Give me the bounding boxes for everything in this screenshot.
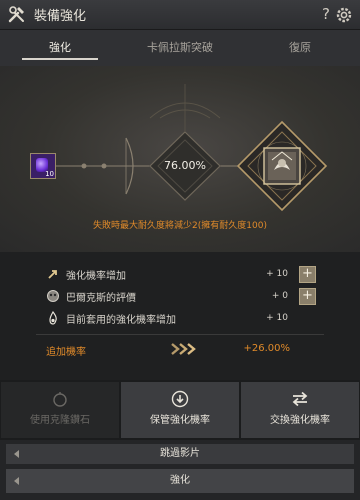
additional-rate-value: +26.00% (243, 343, 290, 354)
fail-durability-message: 失敗時最大耐久度將減少2(擁有耐久度100) (93, 221, 267, 231)
skull-icon (47, 290, 59, 302)
tab-enhance[interactable]: 強化 (0, 30, 120, 66)
window-title: 裝備強化 (34, 9, 87, 24)
enhance-label: 強化 (170, 475, 190, 486)
material-slot[interactable]: 10 (30, 153, 56, 179)
store-enhance-rate-button[interactable]: 保管強化機率 (121, 382, 239, 438)
tab-bar: 強化 卡佩拉斯突破 復原 (0, 30, 360, 66)
stat-value: + 10 (266, 269, 288, 279)
probability-panel: 強化機率增加 + 10 + 巴爾克斯的評價 + 0 + 目前套用的強化機率增加 … (0, 252, 360, 380)
stat-row-enhance-rate: 強化機率增加 + 10 + (0, 264, 360, 284)
flame-icon (49, 311, 57, 325)
enhancement-stage: 10 76.00% 失敗時最大耐久度將減少2(擁有耐久度100) (0, 66, 360, 252)
stat-row-valks: 巴爾克斯的評價 + 0 + (0, 286, 360, 306)
collapse-arrow-icon (14, 450, 19, 458)
arrow-up-icon (48, 270, 57, 279)
stat-label: 目前套用的強化機率增加 (66, 314, 176, 326)
double-chevron-icon (171, 343, 196, 355)
button-label: 使用克隆鑽石 (30, 415, 90, 426)
add-enhance-rate-button[interactable]: + (299, 265, 316, 283)
tab-restore[interactable]: 復原 (240, 30, 360, 66)
use-clone-stone-button[interactable]: 使用克隆鑽石 (1, 382, 119, 438)
hammer-wrench-icon (8, 5, 24, 22)
button-label: 保管強化機率 (150, 415, 210, 426)
title-bar: 裝備強化 ? (0, 0, 360, 30)
action-buttons: 使用克隆鑽石 保管強化機率 交換強化機率 (0, 380, 360, 440)
add-valks-button[interactable]: + (299, 287, 316, 305)
stat-value: + 10 (266, 313, 288, 323)
skip-video-button[interactable]: 跳過影片 (6, 444, 354, 464)
download-icon (171, 390, 189, 408)
additional-rate-label: 追加機率 (46, 347, 86, 358)
gear-icon[interactable] (334, 5, 354, 25)
help-button[interactable]: ? (322, 5, 330, 23)
stone-icon (53, 392, 67, 407)
material-count: 10 (45, 170, 54, 178)
stat-label: 強化機率增加 (66, 270, 126, 282)
success-rate: 76.00% (164, 159, 206, 172)
stat-row-applied-rate: 目前套用的強化機率增加 + 10 (0, 308, 360, 328)
divider (36, 334, 324, 335)
stat-value: + 0 (271, 291, 288, 301)
swap-enhance-rate-button[interactable]: 交換強化機率 (241, 382, 359, 438)
stat-label: 巴爾克斯的評價 (66, 292, 136, 304)
skip-video-label: 跳過影片 (160, 448, 200, 459)
enhance-button[interactable]: 強化 (6, 469, 354, 493)
tab-caphras-breakthrough[interactable]: 卡佩拉斯突破 (120, 30, 240, 66)
collapse-arrow-icon (14, 477, 19, 485)
swap-icon (292, 391, 308, 407)
button-label: 交換強化機率 (270, 415, 330, 426)
